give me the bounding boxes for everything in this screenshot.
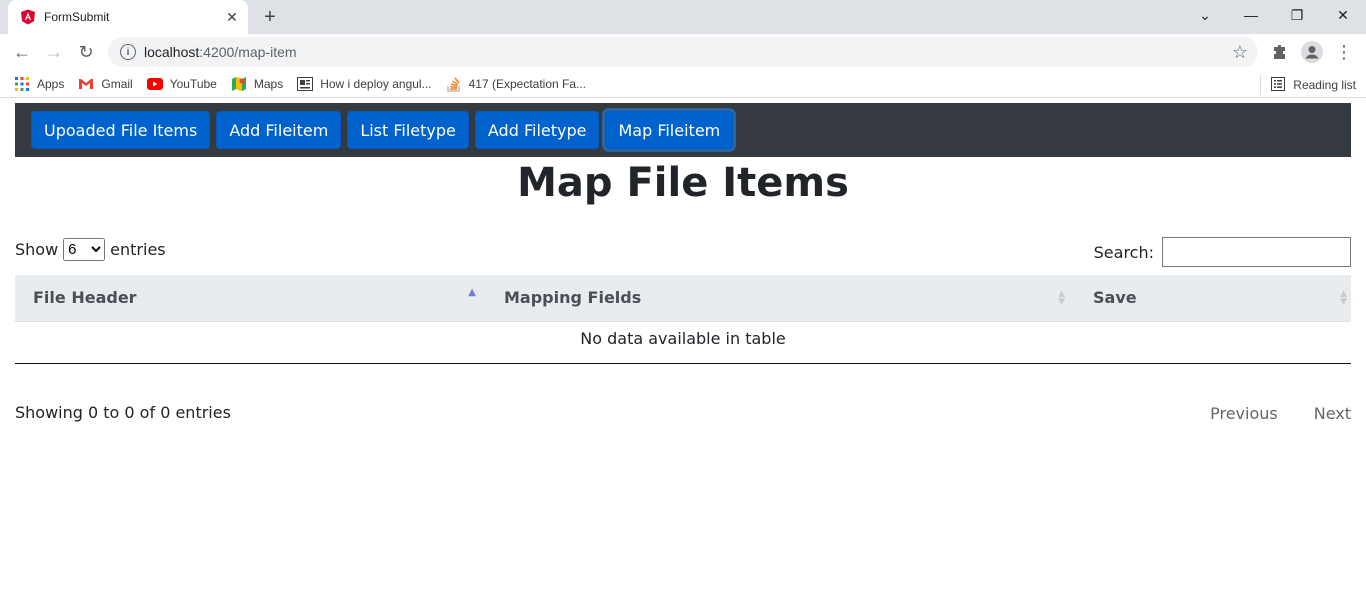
forward-icon[interactable]: → <box>38 36 70 68</box>
bookmark-label: Apps <box>37 76 65 91</box>
map-fileitem-button[interactable]: Map Fileitem <box>605 111 734 149</box>
reading-list-label: Reading list <box>1293 78 1356 92</box>
column-save[interactable]: Save ▲ ▼ <box>1075 275 1351 322</box>
app-navbar: Upoaded File Items Add Fileitem List Fil… <box>15 103 1351 157</box>
sort-icon: ▲ ▼ <box>1058 289 1065 307</box>
add-filetype-button[interactable]: Add Filetype <box>474 111 600 149</box>
bookmark-gmail[interactable]: Gmail <box>78 76 133 92</box>
next-button[interactable]: Next <box>1296 404 1351 423</box>
minimize-icon[interactable]: — <box>1228 0 1274 30</box>
list-filetype-button[interactable]: List Filetype <box>347 111 469 149</box>
previous-button[interactable]: Previous <box>1192 404 1296 423</box>
bookmark-deploy[interactable]: How i deploy angul... <box>297 76 432 92</box>
reading-list[interactable]: Reading list <box>1260 75 1356 95</box>
extensions-icon[interactable] <box>1264 36 1296 68</box>
bookmark-label: How i deploy angul... <box>320 76 432 91</box>
window-close-icon[interactable]: ✕ <box>1320 0 1366 30</box>
apps-grid-icon <box>14 76 30 92</box>
column-label: File Header <box>33 288 137 308</box>
maps-icon <box>231 76 247 92</box>
address-bar[interactable]: i localhost:4200/map-item ☆ <box>108 37 1258 67</box>
stackoverflow-icon <box>446 76 462 92</box>
restore-icon[interactable]: ❐ <box>1274 0 1320 30</box>
column-label: Save <box>1093 288 1137 308</box>
page-title: Map File Items <box>517 160 849 206</box>
table-row: No data available in table <box>15 321 1351 364</box>
url-text: localhost:4200/map-item <box>144 44 297 60</box>
tab-search-icon[interactable]: ⌄ <box>1182 0 1228 30</box>
tab-title: FormSubmit <box>44 10 110 24</box>
table-info: Showing 0 to 0 of 0 entries <box>15 403 231 422</box>
column-mapping-fields[interactable]: Mapping Fields ▲ ▼ <box>486 275 1075 322</box>
uploaded-file-items-button[interactable]: Upoaded File Items <box>31 111 211 149</box>
angular-icon <box>20 9 36 25</box>
bookmark-apps[interactable]: Apps <box>14 76 64 92</box>
close-tab-icon[interactable]: ✕ <box>222 7 242 27</box>
bookmark-label: 417 (Expectation Fa... <box>468 76 587 91</box>
map-items-table: File Header ▲ Mapping Fields ▲ ▼ Save ▲ ▼ … <box>15 275 1351 364</box>
sort-asc-icon: ▲ <box>468 287 476 298</box>
gmail-icon <box>78 76 94 92</box>
bookmark-youtube[interactable]: YouTube <box>146 76 217 92</box>
url-host: localhost <box>144 44 200 60</box>
menu-icon[interactable]: ⋮ <box>1328 36 1360 68</box>
add-fileitem-button[interactable]: Add Fileitem <box>216 111 342 149</box>
column-file-header[interactable]: File Header ▲ <box>15 275 486 322</box>
bookmarks-bar: Apps Gmail YouTube Maps How i deploy ang… <box>0 70 1366 98</box>
table-search: Search: <box>1094 237 1351 267</box>
column-label: Mapping Fields <box>504 288 642 308</box>
info-icon[interactable]: i <box>120 44 136 60</box>
url-path: :4200/map-item <box>199 44 297 60</box>
entries-select[interactable]: 6 <box>63 238 106 261</box>
entries-label: entries <box>110 240 166 259</box>
search-input[interactable] <box>1162 237 1351 267</box>
article-icon <box>297 76 314 92</box>
table-header-row: File Header ▲ Mapping Fields ▲ ▼ Save ▲ ▼ <box>15 275 1351 322</box>
empty-table-message: No data available in table <box>15 321 1351 364</box>
profile-icon[interactable] <box>1296 36 1328 68</box>
sort-icon: ▲ ▼ <box>1340 289 1347 307</box>
browser-tab[interactable]: FormSubmit ✕ <box>8 0 248 34</box>
bookmark-maps[interactable]: Maps <box>231 76 283 92</box>
back-icon[interactable]: ← <box>6 36 38 68</box>
tab-strip: FormSubmit ✕ + ⌄ — ❐ ✕ <box>0 0 1366 34</box>
new-tab-icon[interactable]: + <box>258 6 282 28</box>
bookmark-label: Maps <box>253 76 284 91</box>
browser-toolbar: ← → ↻ i localhost:4200/map-item ☆ ⋮ <box>0 34 1366 70</box>
reload-icon[interactable]: ↻ <box>70 36 102 68</box>
pagination: Previous Next <box>1192 404 1351 423</box>
divider <box>1260 75 1262 95</box>
bookmark-label: Gmail <box>101 76 133 91</box>
bookmark-label: YouTube <box>169 76 217 91</box>
bookmark-star-icon[interactable]: ☆ <box>1232 42 1248 63</box>
page-content: Upoaded File Items Add Fileitem List Fil… <box>0 98 1366 591</box>
entries-length-control: Show 6 entries <box>15 238 166 261</box>
reading-list-icon <box>1271 76 1286 94</box>
search-label: Search: <box>1093 242 1154 262</box>
youtube-icon <box>146 76 163 92</box>
show-label: Show <box>15 240 59 259</box>
bookmark-stackoverflow[interactable]: 417 (Expectation Fa... <box>446 76 586 92</box>
